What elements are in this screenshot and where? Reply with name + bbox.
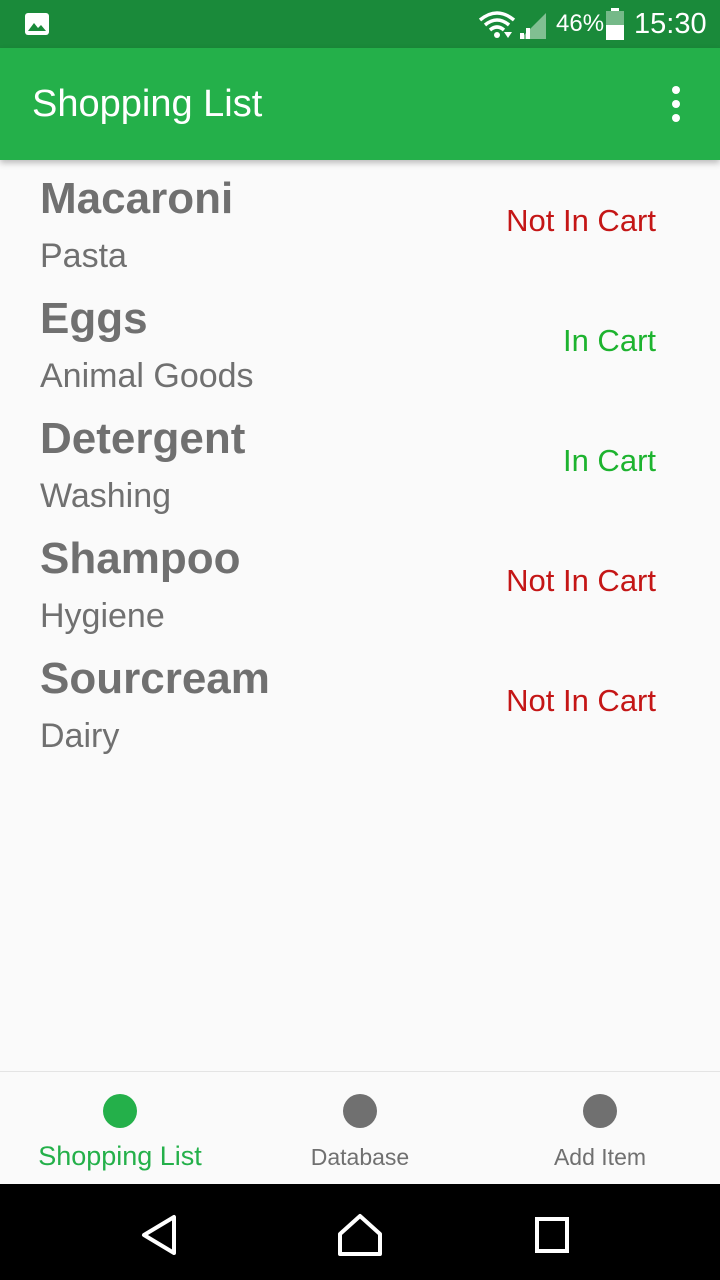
list-item[interactable]: Sourcream Dairy Not In Cart xyxy=(0,640,720,760)
tab-shopping-list[interactable]: Shopping List xyxy=(0,1072,240,1185)
tab-add-item[interactable]: Add Item xyxy=(480,1072,720,1185)
status-bar: 46% 15:30 xyxy=(0,0,720,48)
nav-dot-icon xyxy=(583,1094,617,1128)
cart-status[interactable]: Not In Cart xyxy=(506,202,656,240)
item-category: Washing xyxy=(40,477,172,515)
tab-label: Database xyxy=(310,1144,410,1170)
back-icon[interactable] xyxy=(136,1212,184,1258)
cart-status[interactable]: In Cart xyxy=(563,322,656,360)
wifi-icon xyxy=(478,11,516,38)
item-name: Macaroni xyxy=(40,174,234,223)
nav-dot-icon xyxy=(343,1094,377,1128)
app-bar: Shopping List xyxy=(0,48,720,160)
item-name: Sourcream xyxy=(40,654,270,703)
tab-database[interactable]: Database xyxy=(240,1072,480,1185)
more-vert-icon[interactable] xyxy=(660,84,692,124)
list-item[interactable]: Macaroni Pasta Not In Cart xyxy=(0,160,720,280)
list-item[interactable]: Eggs Animal Goods In Cart xyxy=(0,280,720,400)
bottom-navigation: Shopping List Database Add Item xyxy=(0,1071,720,1184)
home-icon[interactable] xyxy=(336,1212,384,1258)
cart-status[interactable]: Not In Cart xyxy=(506,562,656,600)
item-category: Hygiene xyxy=(40,597,165,635)
recents-icon[interactable] xyxy=(528,1212,576,1258)
list-item[interactable]: Detergent Washing In Cart xyxy=(0,400,720,520)
list-item[interactable]: Shampoo Hygiene Not In Cart xyxy=(0,520,720,640)
item-category: Pasta xyxy=(40,237,127,275)
system-navigation-bar xyxy=(0,1184,720,1280)
clock: 15:30 xyxy=(634,8,707,40)
gallery-icon xyxy=(25,13,49,35)
item-name: Shampoo xyxy=(40,534,241,583)
shopping-list: Macaroni Pasta Not In Cart Eggs Animal G… xyxy=(0,160,720,760)
item-category: Dairy xyxy=(40,717,120,755)
tab-label: Shopping List xyxy=(38,1141,202,1171)
item-name: Eggs xyxy=(40,294,148,343)
battery-icon xyxy=(606,8,624,40)
battery-percent: 46% xyxy=(556,10,605,37)
tab-label: Add Item xyxy=(553,1144,647,1170)
item-name: Detergent xyxy=(40,414,246,463)
item-category: Animal Goods xyxy=(40,357,254,395)
page-title: Shopping List xyxy=(32,83,263,125)
cart-status[interactable]: Not In Cart xyxy=(506,682,656,720)
cart-status[interactable]: In Cart xyxy=(563,442,656,480)
nav-dot-icon xyxy=(103,1094,137,1128)
signal-icon xyxy=(520,13,546,39)
